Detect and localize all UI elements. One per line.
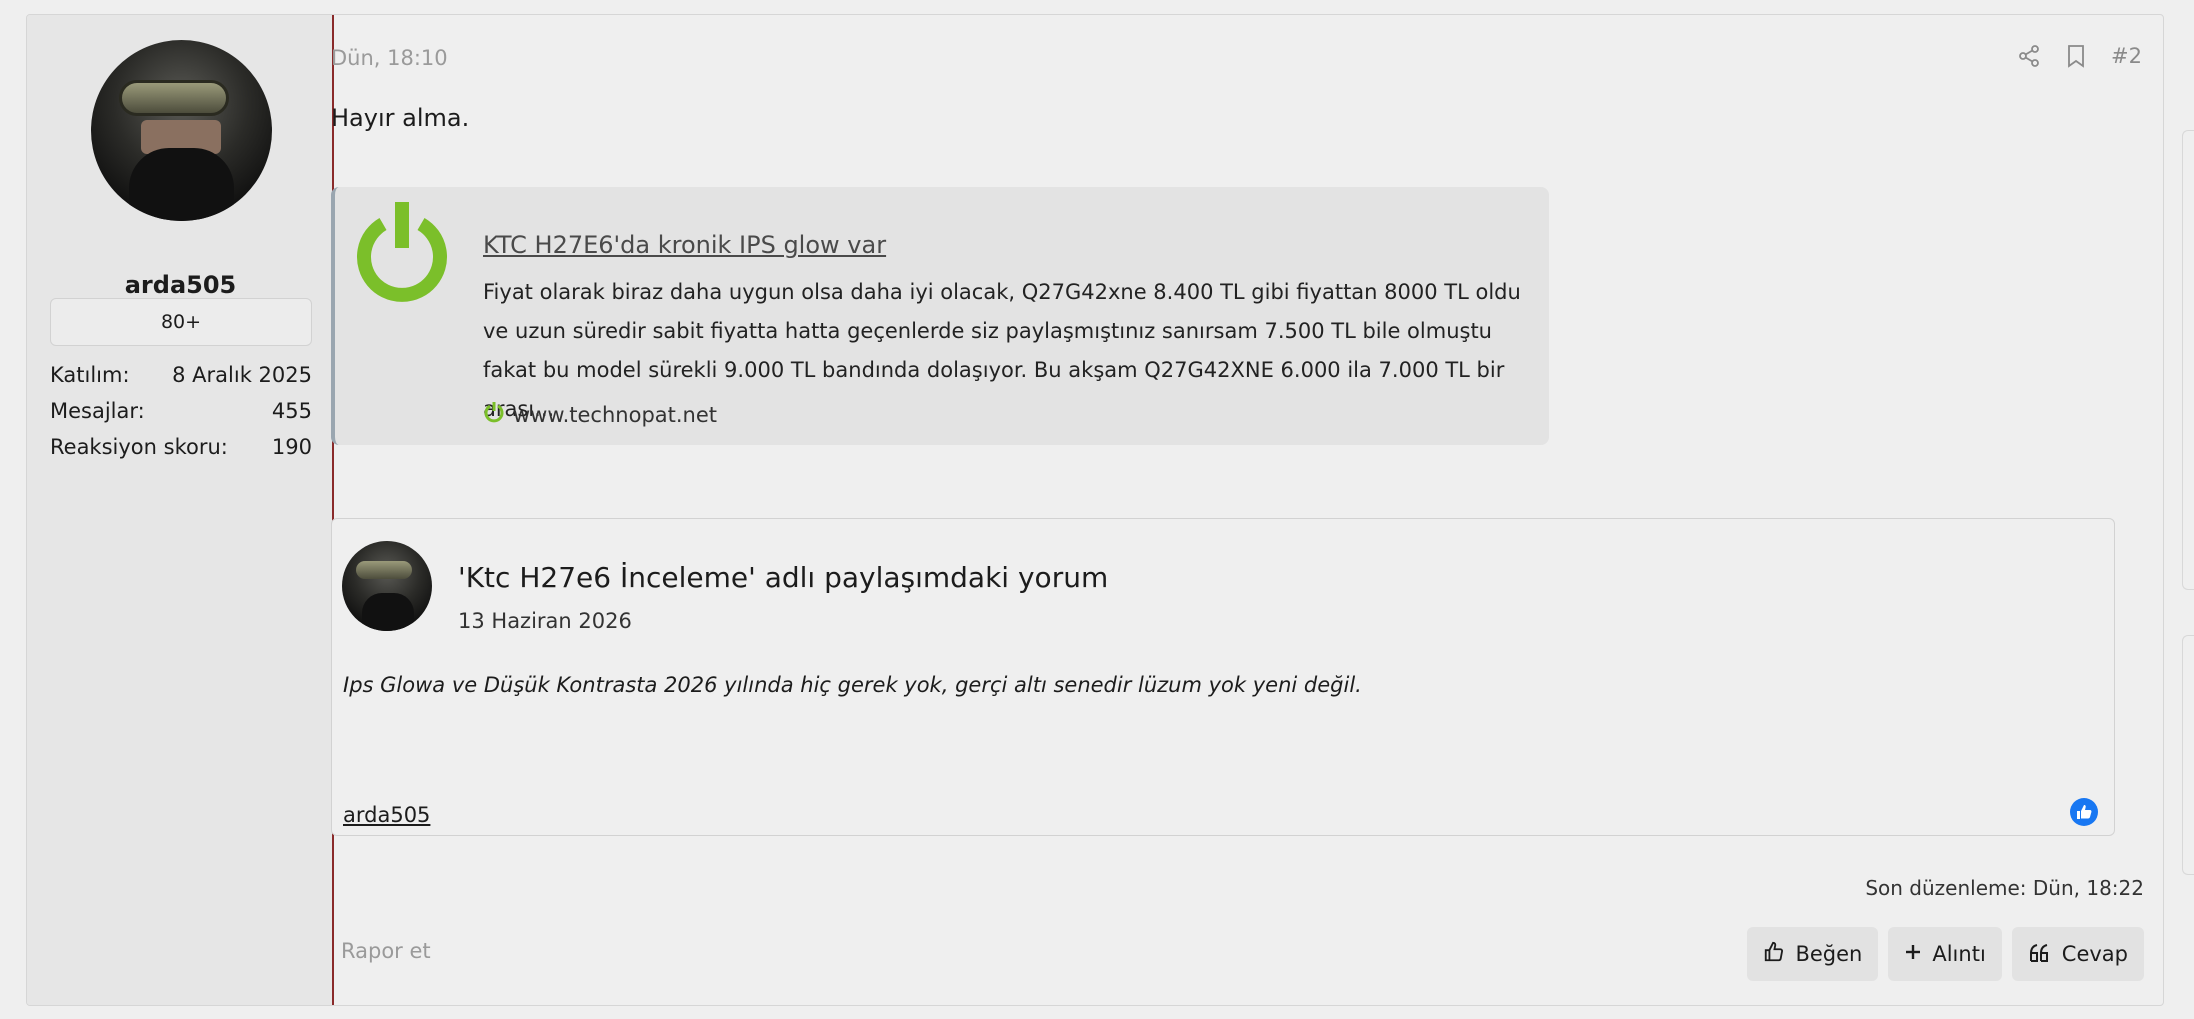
stat-row-reaction: Reaksiyon skoru: 190: [50, 429, 312, 465]
power-icon: [349, 202, 455, 312]
stat-label: Mesajlar:: [50, 399, 145, 423]
comment-date: 13 Haziran 2026: [458, 609, 632, 633]
stat-value: 8 Aralık 2025: [172, 363, 312, 387]
user-badge: 80+: [50, 298, 312, 346]
post-number[interactable]: #2: [2111, 44, 2142, 68]
comment-avatar[interactable]: [342, 541, 432, 631]
plus-icon: [1904, 942, 1922, 966]
post-top-actions: #2: [2017, 44, 2142, 68]
like-reaction-icon[interactable]: [2069, 797, 2099, 831]
next-panel-edge: [2182, 130, 2194, 590]
stat-label: Katılım:: [50, 363, 130, 387]
quote-marks-icon: [2028, 941, 2052, 968]
embedded-comment[interactable]: 'Ktc H27e6 İnceleme' adlı paylaşımdaki y…: [331, 518, 2115, 836]
edit-note: Son düzenleme: Dün, 18:22: [1865, 876, 2144, 900]
comment-author[interactable]: arda505: [343, 803, 430, 827]
quote-label: Alıntı: [1932, 942, 1986, 966]
stat-value: 190: [271, 435, 312, 459]
post-actions: Beğen Alıntı Cevap: [1747, 927, 2144, 981]
post-date[interactable]: Dün, 18:10: [331, 46, 448, 70]
stat-value: 455: [271, 399, 312, 423]
user-sidebar: arda505 80+ Katılım: 8 Aralık 2025 Mesaj…: [27, 15, 334, 1005]
thumbs-up-icon: [1763, 941, 1785, 968]
like-button[interactable]: Beğen: [1747, 927, 1879, 981]
user-avatar[interactable]: [91, 40, 272, 221]
quote-button[interactable]: Alıntı: [1888, 927, 2002, 981]
next-panel-edge-2: [2182, 635, 2194, 875]
comment-body: Ips Glowa ve Düşük Kontrasta 2026 yılınd…: [343, 673, 1362, 697]
power-icon: [483, 401, 505, 428]
user-stats: Katılım: 8 Aralık 2025 Mesajlar: 455 Rea…: [50, 357, 312, 465]
report-link[interactable]: Rapor et: [341, 939, 431, 963]
reply-label: Cevap: [2061, 942, 2128, 966]
post-container: arda505 80+ Katılım: 8 Aralık 2025 Mesaj…: [26, 14, 2164, 1006]
username[interactable]: arda505: [27, 271, 334, 299]
like-label: Beğen: [1795, 942, 1863, 966]
comment-title[interactable]: 'Ktc H27e6 İnceleme' adlı paylaşımdaki y…: [458, 561, 1108, 594]
stat-label: Reaksiyon skoru:: [50, 435, 228, 459]
message-text: Hayır alma.: [331, 104, 470, 132]
link-preview[interactable]: KTC H27E6'da kronik IPS glow var Fiyat o…: [331, 187, 1549, 445]
domain-text: www.technopat.net: [513, 402, 718, 427]
reply-button[interactable]: Cevap: [2011, 927, 2144, 981]
link-preview-domain: www.technopat.net: [483, 401, 717, 428]
bookmark-icon[interactable]: [2065, 44, 2087, 68]
stat-row-messages: Mesajlar: 455: [50, 393, 312, 429]
stat-row-joined: Katılım: 8 Aralık 2025: [50, 357, 312, 393]
link-preview-title[interactable]: KTC H27E6'da kronik IPS glow var: [483, 231, 886, 259]
share-icon[interactable]: [2017, 44, 2041, 68]
